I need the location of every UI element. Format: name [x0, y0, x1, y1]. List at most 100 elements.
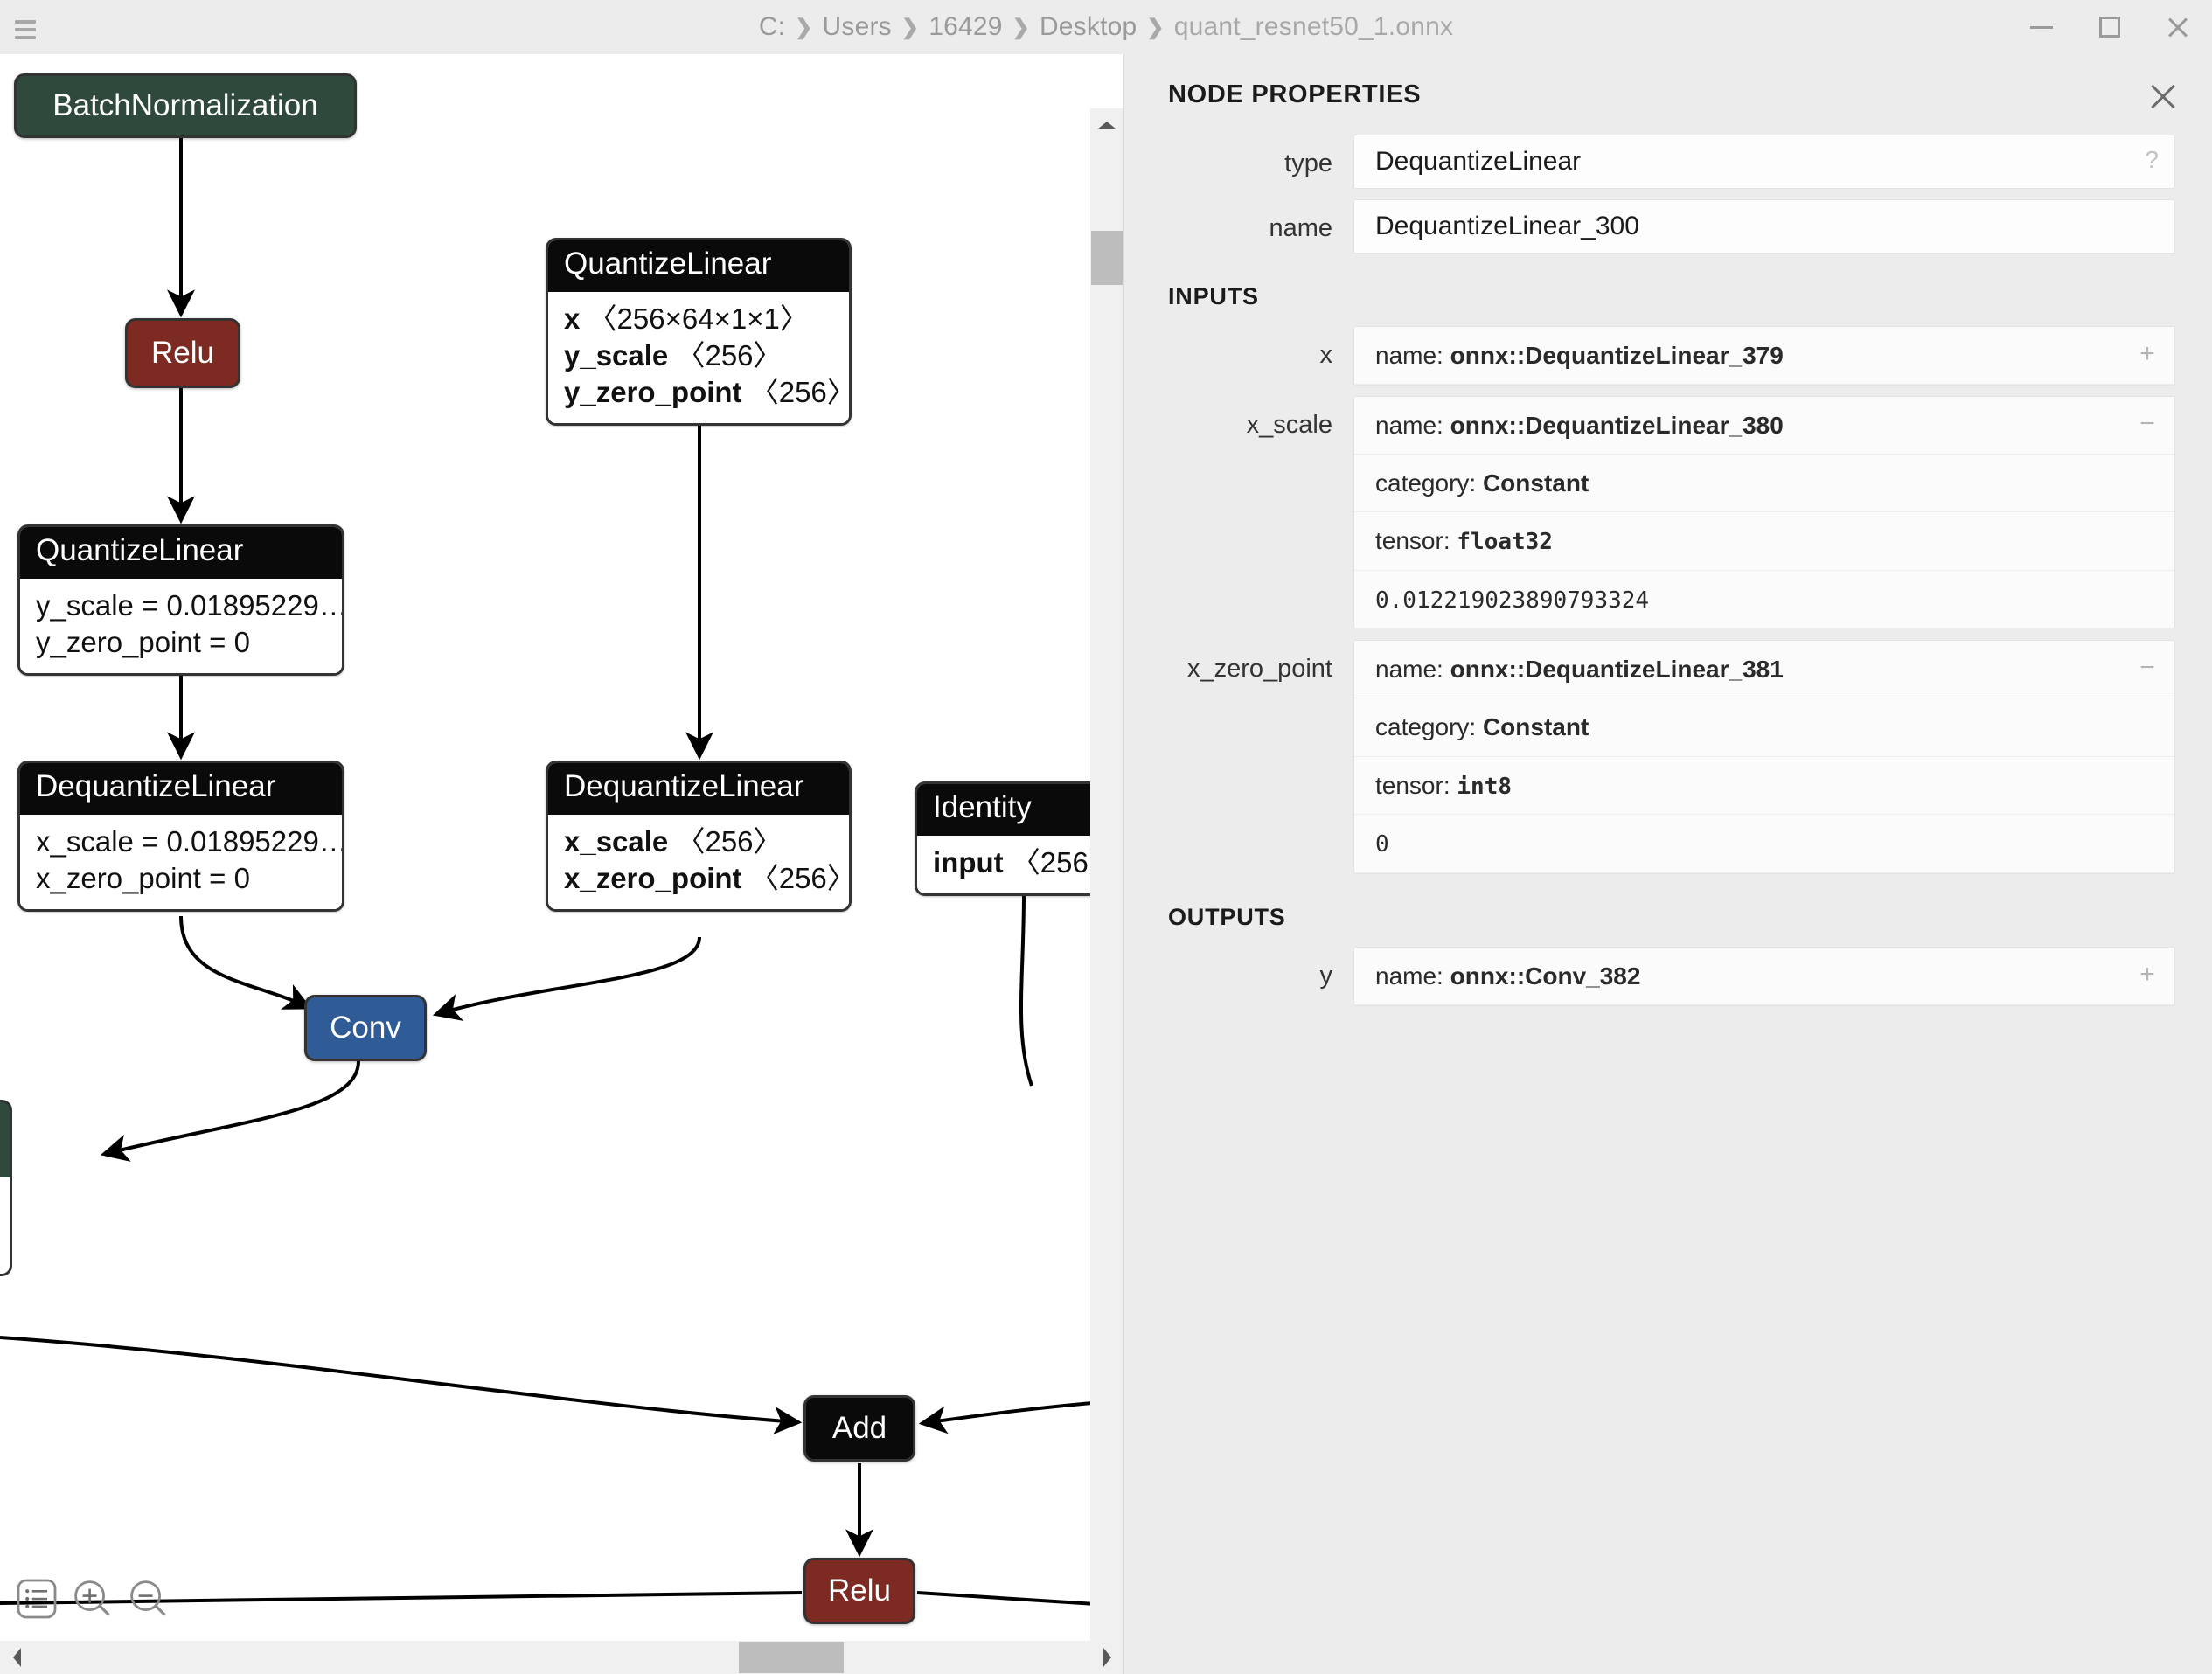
input-detail-line: name: onnx::DequantizeLinear_379	[1354, 327, 2174, 386]
node-attributes: x 〈256×64×1×1〉 y_scale 〈256〉 y_zero_point …	[548, 291, 849, 424]
graph-node-batchnorm[interactable]: BatchNormalization	[14, 73, 357, 138]
graph-node-deq-mid[interactable]: DequantizeLinear x_scale 〈256〉 x_zero_poin…	[546, 761, 852, 913]
node-title: DequantizeLinear	[20, 763, 342, 815]
input-detail-line: category: Constant	[1354, 698, 2174, 757]
node-attribute-dims: 〈256〉	[741, 861, 852, 894]
maximize-button[interactable]	[2076, 0, 2144, 54]
breadcrumb-separator: ❯	[1146, 15, 1165, 39]
breadcrumb-item-0[interactable]: C:	[759, 12, 785, 42]
zoom-out-icon[interactable]	[128, 1578, 170, 1620]
zoom-in-icon[interactable]	[72, 1578, 114, 1620]
node-properties-header: NODE PROPERTIES	[1124, 54, 2212, 135]
node-attribute-row: y_zero_point 〈256〉	[564, 374, 849, 411]
node-attribute-row: x_scale = 0.01895229…	[36, 824, 344, 858]
output-label: y	[1319, 961, 1333, 990]
input-row-x: x name: onnx::DequantizeLinear_379 +	[1124, 326, 2212, 386]
property-label: type	[1284, 149, 1332, 177]
input-row-x_scale: x_scale name: onnx::DequantizeLinear_380 c…	[1124, 396, 2212, 630]
graph-node-relu-top[interactable]: Relu	[125, 318, 240, 388]
node-attribute-dims: 〈256〉	[741, 376, 852, 409]
close-panel-icon[interactable]	[2146, 79, 2181, 114]
node-attributes: y_scale = 0.01895229… y_zero_point = 0	[20, 578, 344, 674]
node-attribute-row: y_scale = 0.01895229…	[36, 588, 344, 622]
breadcrumb-separator: ❯	[795, 15, 813, 39]
detail-prefix: tensor:	[1375, 527, 1457, 555]
node-label: Conv	[304, 995, 427, 1061]
scroll-up-button[interactable]	[1090, 108, 1123, 142]
list-icon[interactable]	[16, 1578, 58, 1620]
collapse-toggle-icon[interactable]: −	[2132, 653, 2162, 683]
node-properties-panel: NODE PROPERTIES type DequantizeLinear? nam…	[1123, 54, 2212, 1674]
node-box: QuantizeLinear x 〈256×64×1×1〉 y_scale 〈256…	[546, 238, 852, 427]
node-attributes: x_scale 〈256〉 x_zero_point 〈256〉	[548, 814, 852, 910]
detail-value: onnx::DequantizeLinear_380	[1450, 412, 1784, 440]
breadcrumb-item-3[interactable]: Desktop	[1040, 12, 1137, 42]
output-detail-line: name: onnx::Conv_382	[1354, 948, 2174, 1005]
input-row-x_zero_point: x_zero_point name: onnx::DequantizeLinear…	[1124, 640, 2212, 874]
graph-node-bn-left-edge[interactable]	[0, 1100, 12, 1276]
breadcrumb: C: ❯ Users ❯ 16429 ❯ Desktop ❯ quant_resnet50_1.…	[0, 0, 2212, 54]
vertical-scrollbar-thumb[interactable]	[1091, 231, 1123, 285]
vertical-scrollbar[interactable]	[1090, 108, 1123, 1674]
detail-prefix: name:	[1375, 962, 1450, 990]
expand-toggle-icon[interactable]: +	[2132, 339, 2162, 369]
minimize-button[interactable]	[2007, 0, 2076, 54]
node-box: DequantizeLinear x_scale 〈256〉 x_zero_poin…	[546, 761, 852, 913]
node-attribute-row: x 〈256×64×1×1〉	[564, 301, 833, 337]
output-value-y[interactable]: name: onnx::Conv_382 +	[1353, 946, 2175, 1006]
node-label: Relu	[803, 1558, 915, 1624]
node-label: BatchNormalization	[14, 73, 357, 138]
close-button[interactable]	[2144, 0, 2212, 54]
horizontal-scrollbar[interactable]	[0, 1641, 1123, 1674]
node-partial-body	[0, 1100, 12, 1276]
node-attribute-row: y_zero_point = 0	[36, 625, 250, 658]
horizontal-scrollbar-thumb[interactable]	[739, 1642, 844, 1673]
graph-node-deq-left[interactable]: DequantizeLinear x_scale = 0.01895229… x_z…	[17, 761, 344, 913]
inputs-heading: INPUTS	[1168, 283, 1259, 309]
breadcrumb-item-2[interactable]: 16429	[929, 12, 1002, 42]
input-label: x_scale	[1246, 411, 1332, 440]
detail-prefix: category:	[1375, 713, 1483, 741]
input-value-x_zero_point[interactable]: name: onnx::DequantizeLinear_381 category…	[1353, 640, 2175, 874]
window-controls	[2007, 0, 2212, 54]
input-value-x_scale[interactable]: name: onnx::DequantizeLinear_380 category…	[1353, 396, 2175, 630]
input-value-x[interactable]: name: onnx::DequantizeLinear_379 +	[1353, 326, 2175, 386]
help-icon[interactable]: ?	[2145, 148, 2159, 172]
property-row-type: type DequantizeLinear?	[1124, 135, 2212, 189]
property-value-name[interactable]: DequantizeLinear_300	[1353, 199, 2175, 254]
detail-prefix: tensor:	[1375, 771, 1457, 799]
breadcrumb-item-4[interactable]: quant_resnet50_1.onnx	[1174, 12, 1453, 42]
node-attribute-row: x_zero_point = 0	[36, 861, 250, 894]
node-attribute-key: x_scale	[564, 824, 669, 858]
detail-value: 0.012219023890793324	[1375, 587, 1650, 614]
graph-canvas[interactable]: BatchNormalization Relu QuantizeLinear y_sc…	[0, 54, 1123, 1674]
detail-value: Constant	[1482, 713, 1589, 741]
breadcrumb-separator: ❯	[1012, 15, 1030, 39]
node-title: DequantizeLinear	[548, 763, 849, 815]
node-attribute-dims: 〈256〉	[668, 824, 783, 858]
graph-node-add[interactable]: Add	[803, 1395, 915, 1462]
input-detail-line: tensor: int8	[1354, 757, 2174, 816]
property-value-type[interactable]: DequantizeLinear?	[1353, 135, 2175, 189]
chevron-up-icon	[1097, 121, 1116, 129]
graph-node-relu-bottom[interactable]: Relu	[803, 1558, 915, 1624]
breadcrumb-item-1[interactable]: Users	[823, 12, 892, 42]
detail-prefix: name:	[1375, 412, 1450, 440]
expand-toggle-icon[interactable]: +	[2132, 960, 2162, 990]
node-attribute-row: y_scale 〈256〉	[564, 337, 833, 374]
node-attributes: x_scale = 0.01895229… x_zero_point = 0	[20, 814, 344, 910]
node-box: QuantizeLinear y_scale = 0.01895229… y_zer…	[17, 524, 344, 677]
graph-node-quant-left[interactable]: QuantizeLinear y_scale = 0.01895229… y_zer…	[17, 524, 344, 677]
detail-value: onnx::DequantizeLinear_379	[1450, 342, 1784, 369]
node-label: Add	[803, 1395, 915, 1462]
graph-node-conv[interactable]: Conv	[304, 995, 427, 1061]
minimize-icon	[2030, 25, 2053, 29]
scroll-right-button[interactable]	[1090, 1641, 1123, 1674]
collapse-toggle-icon[interactable]: −	[2132, 409, 2162, 439]
graph-node-quant-mid[interactable]: QuantizeLinear x 〈256×64×1×1〉 y_scale 〈256…	[546, 238, 852, 427]
input-detail-line: name: onnx::DequantizeLinear_381	[1354, 641, 2174, 699]
node-attribute-row: input 〈256〉	[933, 844, 1117, 881]
scroll-left-button[interactable]	[0, 1641, 33, 1674]
detail-prefix: name:	[1375, 656, 1450, 684]
maximize-icon	[2099, 17, 2120, 38]
